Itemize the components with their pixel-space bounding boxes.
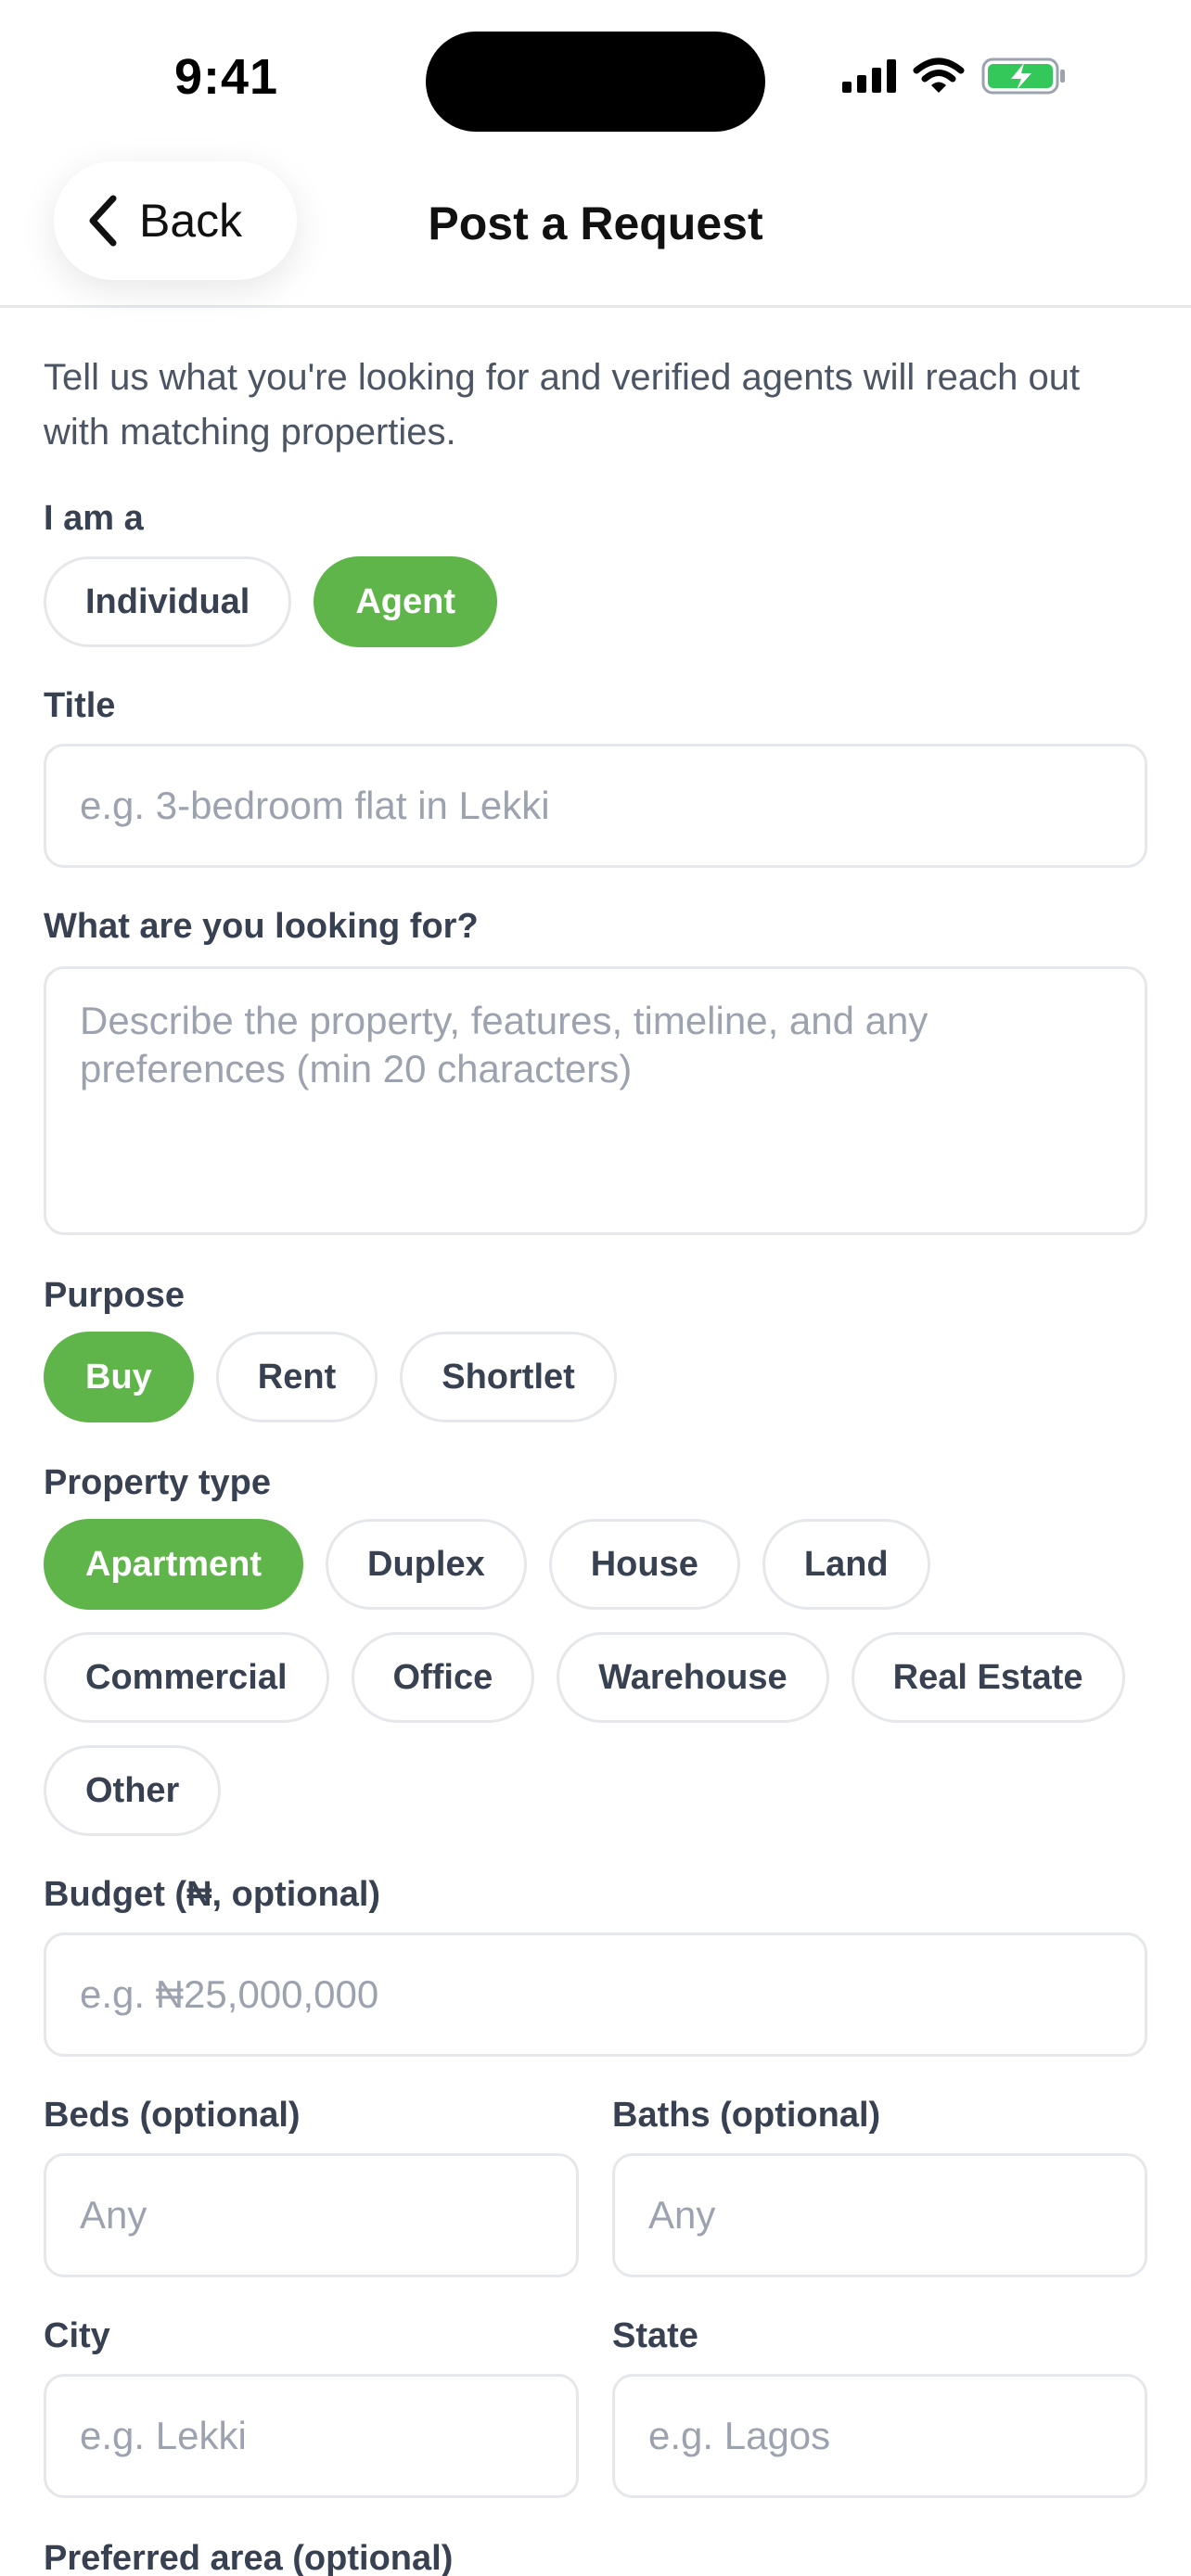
chip-other[interactable]: Other — [44, 1745, 222, 1836]
signal-icon — [842, 59, 896, 93]
wifi-icon — [913, 57, 965, 93]
city-input[interactable]: e.g. Lekki — [44, 2374, 579, 2498]
chip-agent[interactable]: Agent — [314, 556, 498, 647]
navigation-bar: Back Post a Request — [0, 148, 1191, 308]
title-label: Title — [44, 686, 116, 725]
state-label: State — [612, 2316, 698, 2355]
page-title: Post a Request — [428, 198, 763, 249]
baths-placeholder: Any — [648, 2193, 716, 2237]
city-label: City — [44, 2316, 110, 2355]
chip-house[interactable]: House — [548, 1519, 740, 1610]
beds-placeholder: Any — [80, 2193, 147, 2237]
battery-charging-icon — [981, 57, 1065, 95]
chip-office[interactable]: Office — [351, 1632, 535, 1723]
state-input[interactable]: e.g. Lagos — [612, 2374, 1147, 2498]
property-type-row-1: Apartment Duplex House Land — [44, 1519, 930, 1610]
status-icons — [842, 56, 1067, 96]
status-time: 9:41 — [174, 49, 279, 105]
baths-label: Baths (optional) — [612, 2096, 881, 2135]
chip-commercial[interactable]: Commercial — [44, 1632, 329, 1723]
chip-shortlet[interactable]: Shortlet — [400, 1332, 617, 1422]
property-type-row-3: Other — [44, 1745, 222, 1836]
purpose-chips: Buy Rent Shortlet — [44, 1332, 617, 1422]
chip-individual[interactable]: Individual — [44, 556, 292, 647]
chip-rent[interactable]: Rent — [215, 1332, 378, 1422]
title-placeholder: e.g. 3-bedroom flat in Lekki — [80, 784, 550, 827]
state-placeholder: e.g. Lagos — [648, 2414, 831, 2457]
preferred-area-label: Preferred area (optional) — [44, 2539, 454, 2576]
beds-label: Beds (optional) — [44, 2096, 301, 2135]
beds-input[interactable]: Any — [44, 2153, 579, 2277]
looking-for-textarea[interactable]: Describe the property, features, timelin… — [44, 966, 1147, 1235]
property-type-row-2: Commercial Office Warehouse Real Estate — [44, 1632, 1125, 1723]
budget-placeholder: e.g. ₦25,000,000 — [80, 1972, 379, 2016]
chip-real-estate[interactable]: Real Estate — [851, 1632, 1125, 1723]
purpose-label: Purpose — [44, 1276, 186, 1315]
looking-for-label: What are you looking for? — [44, 907, 479, 946]
budget-label: Budget (₦, optional) — [44, 1875, 381, 1914]
chip-buy[interactable]: Buy — [44, 1332, 194, 1422]
chip-warehouse[interactable]: Warehouse — [557, 1632, 829, 1723]
role-chips: Individual Agent — [44, 556, 498, 647]
role-label: I am a — [44, 499, 144, 538]
chip-land[interactable]: Land — [762, 1519, 930, 1610]
chip-apartment[interactable]: Apartment — [44, 1519, 304, 1610]
city-placeholder: e.g. Lekki — [80, 2414, 247, 2457]
property-type-label: Property type — [44, 1463, 271, 1502]
title-input[interactable]: e.g. 3-bedroom flat in Lekki — [44, 744, 1147, 868]
looking-for-placeholder: Describe the property, features, timelin… — [80, 999, 928, 1090]
baths-input[interactable]: Any — [612, 2153, 1147, 2277]
status-bar: 9:41 — [0, 0, 1191, 148]
chip-duplex[interactable]: Duplex — [326, 1519, 527, 1610]
budget-input[interactable]: e.g. ₦25,000,000 — [44, 1932, 1147, 2057]
dynamic-island — [426, 32, 765, 132]
intro-text: Tell us what you're looking for and veri… — [44, 357, 1081, 453]
